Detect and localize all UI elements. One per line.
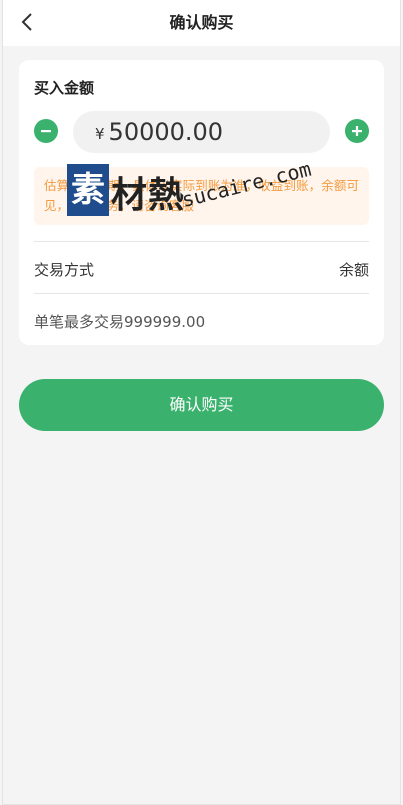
currency-symbol: ¥	[95, 124, 105, 143]
header-bar: 确认购买	[3, 0, 400, 46]
amount-section-label: 买入金额	[34, 79, 95, 97]
increase-amount-button[interactable]	[345, 119, 369, 143]
payment-method-value[interactable]: 余额	[339, 259, 369, 280]
amount-value: 50000.00	[108, 118, 224, 146]
amount-input[interactable]: ¥ 50000.00	[73, 111, 330, 153]
decrease-amount-button[interactable]	[34, 119, 58, 143]
transaction-limit-text: 单笔最多交易999999.00	[34, 313, 206, 331]
income-notice: 估算收益日期，具体以实际到账为准，收益到账，余额可见，售后服务，请咨询客服	[34, 167, 369, 225]
page-title: 确认购买	[169, 13, 234, 32]
divider	[34, 241, 369, 242]
plus-icon	[352, 126, 362, 136]
payment-method-label: 交易方式	[34, 261, 95, 279]
purchase-card: 买入金额 ¥ 50000.00 估算收益日期，具体以实际到账为准，收益到账，余额…	[19, 60, 384, 345]
confirm-purchase-button[interactable]: 确认购买	[19, 379, 384, 431]
divider	[34, 293, 369, 294]
minus-icon	[41, 130, 51, 133]
page-frame: 确认购买 买入金额 ¥ 50000.00 估算收益日期，具体以实际到账为准，收益…	[2, 0, 401, 805]
